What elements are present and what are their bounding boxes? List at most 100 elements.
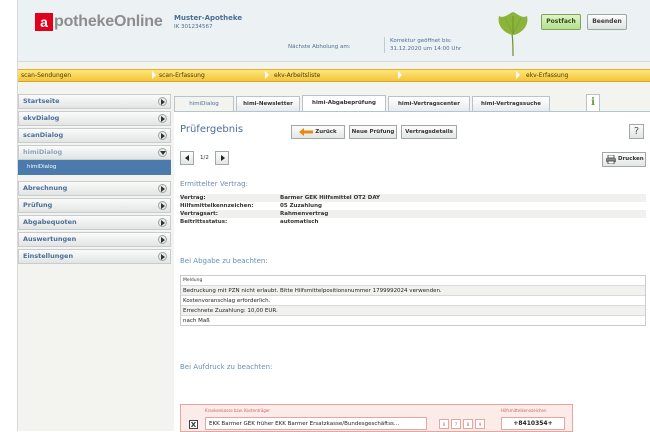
sidebar-item-label: Abgabequoten <box>23 218 77 226</box>
contract-value: Rahmenvertrag <box>280 211 329 217</box>
sidebar-item-auswertungen[interactable]: Auswertungen <box>18 232 171 247</box>
form-checkbox: X <box>189 420 198 429</box>
contract-value: automatisch <box>280 219 319 225</box>
contract-row: Beitrittsstatus: automatisch <box>180 218 646 226</box>
sidebar-item-scandialog[interactable]: scanDialog <box>18 128 171 143</box>
chevron-right-icon <box>158 218 167 227</box>
chevron-right-icon <box>158 252 167 261</box>
arrow-left-icon <box>299 127 314 136</box>
form-number-field: +8410354+ <box>501 417 565 430</box>
tab-himi-abgabepruefung[interactable]: himi-Abgabeprüfung <box>302 95 386 112</box>
dispensing-notes-title: Bei Abgabe zu beachten: <box>180 257 268 265</box>
top-navigation: scan-Sendungen scan-Erfassung ekv-Arbeit… <box>18 69 650 82</box>
printer-icon <box>606 155 616 164</box>
help-icon[interactable]: ? <box>629 124 644 139</box>
contract-value: Barmer GEK Hilfsmittel OT2 DAY <box>280 195 381 201</box>
pagination: 1/2 <box>180 151 229 165</box>
sidebar-item-label: ekvDialog <box>23 114 60 122</box>
tab-himidialog[interactable]: himiDialog <box>174 96 234 111</box>
page-title: Prüfergebnis <box>180 124 244 135</box>
logo-wordmark: pothekeOnline <box>54 13 163 31</box>
quit-button[interactable]: Beenden <box>587 14 627 30</box>
nav-arrow-icon <box>265 71 269 79</box>
sidebar-item-ekvdialog[interactable]: ekvDialog <box>18 111 171 126</box>
contract-row: Vertragsart: Rahmenvertrag <box>180 210 646 218</box>
prescription-form-preview: Krankenkasse bzw. Kostenträger X EKK Bar… <box>180 404 573 432</box>
form-insurer-field: EKK Barmer GEK früher EKK Barmer Ersatzk… <box>205 417 427 430</box>
chevron-down-icon <box>158 148 167 157</box>
sidebar-item-himidialog[interactable]: himiDialog <box>18 145 171 160</box>
pharmacy-info: Muster-Apotheke IK 301234567 <box>174 14 242 30</box>
chevron-right-icon <box>158 114 167 123</box>
sidebar-item-label: Einstellungen <box>23 252 74 260</box>
sidebar-item-einstellungen[interactable]: Einstellungen <box>18 249 171 264</box>
chevron-right-icon <box>158 235 167 244</box>
notes-header: Meldung <box>183 278 203 283</box>
tab-himi-vertragssuche[interactable]: himi-Vertragssuche <box>472 96 550 111</box>
back-button[interactable]: Zurück <box>291 125 345 139</box>
print-notes-title: Bei Aufdruck zu beachten: <box>180 363 273 371</box>
form-cell: 9 <box>475 419 485 429</box>
form-cell: 8 <box>463 419 473 429</box>
dispensing-notes-table: Meldung Bedruckung mit PZN nicht erlaubt… <box>180 275 646 326</box>
sidebar-item-label: himiDialog <box>23 148 63 156</box>
check-result-panel: Prüfergebnis Zurück Neue Prüfung Vertrag… <box>174 111 650 432</box>
contract-section-title: Ermittelter Vertrag: <box>180 180 248 188</box>
sidebar-item-label: Prüfung <box>23 201 53 209</box>
chevron-right-icon <box>158 184 167 193</box>
contract-value: 05 Zuzahlung <box>280 203 322 209</box>
app-frame: a pothekeOnline Muster-Apotheke IK 30123… <box>17 0 650 432</box>
note-row: nach Maß <box>181 315 645 325</box>
print-button-label: Drucken <box>618 156 644 162</box>
form-field-label: Krankenkasse bzw. Kostenträger <box>205 408 270 413</box>
contract-row: Vertrag: Barmer GEK Hilfsmittel OT2 DAY <box>180 194 646 202</box>
sidebar-item-label: Auswertungen <box>23 235 77 243</box>
next-pickup-label: Nächste Abholung am: <box>288 44 351 50</box>
sidebar-subitem-himidialog[interactable]: himiDialog <box>18 160 171 175</box>
contract-key: Vertragsart: <box>180 211 218 217</box>
form-field-label: Hilfsmittelkennzeichen <box>501 408 547 413</box>
contract-details-button[interactable]: Vertragsdetails <box>401 125 457 139</box>
chevron-right-icon <box>158 201 167 210</box>
sidebar-item-label: scanDialog <box>23 131 64 139</box>
sidebar-item-abgabequoten[interactable]: Abgabequoten <box>18 215 171 230</box>
page-indicator: 1/2 <box>200 155 209 161</box>
correction-deadline: Korrektur geöffnet bis: 31.12.2020 um 14… <box>384 37 461 53</box>
logo-mark: a <box>35 13 53 31</box>
note-row: Errechnete Zuzahlung: 10,00 EUR. <box>181 305 645 315</box>
nav-scan-erfassung[interactable]: scan-Erfassung <box>159 70 205 81</box>
pharmacy-ik: IK 301234567 <box>174 24 213 30</box>
sidebar-item-startseite[interactable]: Startseite <box>18 94 171 109</box>
pharmacy-name: Muster-Apotheke <box>174 14 243 22</box>
tab-himi-vertragscenter[interactable]: himi-Vertragscenter <box>388 96 470 111</box>
logo-text-part1: potheke <box>54 13 114 30</box>
back-button-label: Zurück <box>315 129 337 135</box>
nav-scan-sendungen[interactable]: scan-Sendungen <box>21 70 71 81</box>
previous-page-button[interactable] <box>180 151 194 165</box>
sidebar-item-pruefung[interactable]: Prüfung <box>18 198 171 213</box>
note-row: Kostenvoranschlag erforderlich. <box>181 295 645 305</box>
tab-bar: himiDialog himi-Newsletter himi-Abgabepr… <box>174 94 650 112</box>
correction-line-1: Korrektur geöffnet bis: <box>390 38 452 44</box>
header: a pothekeOnline Muster-Apotheke IK 30123… <box>18 0 650 62</box>
sidebar: Startseite ekvDialog scanDialog himiDial… <box>18 94 171 266</box>
contract-key: Hilfsmittelkennzeichen: <box>180 203 254 209</box>
next-page-button[interactable] <box>214 151 229 165</box>
nav-ekv-arbeitsliste[interactable]: ekv-Arbeitsliste <box>274 70 320 81</box>
info-icon[interactable]: i <box>586 94 600 111</box>
contract-details: Vertrag: Barmer GEK Hilfsmittel OT2 DAY H… <box>180 194 646 226</box>
note-row: Bedruckung mit PZN nicht erlaubt. Bitte … <box>181 285 645 295</box>
form-cell: 6 <box>439 419 449 429</box>
sidebar-item-label: Startseite <box>23 97 60 105</box>
correction-line-2: 31.12.2020 um 14:00 Uhr <box>390 46 462 52</box>
sidebar-item-abrechnung[interactable]: Abrechnung <box>18 181 171 196</box>
new-check-button[interactable]: Neue Prüfung <box>349 125 397 139</box>
nav-ekv-erfassung[interactable]: ekv-Erfassung <box>526 70 568 81</box>
print-button[interactable]: Drucken <box>602 152 646 167</box>
contract-key: Vertrag: <box>180 195 206 201</box>
chevron-right-icon <box>158 97 167 106</box>
mailbox-button[interactable]: Postfach <box>541 14 581 30</box>
tab-himi-newsletter[interactable]: himi-Newsletter <box>236 96 300 111</box>
app-logo: a pothekeOnline <box>35 13 163 31</box>
nav-arrow-icon <box>516 71 520 79</box>
